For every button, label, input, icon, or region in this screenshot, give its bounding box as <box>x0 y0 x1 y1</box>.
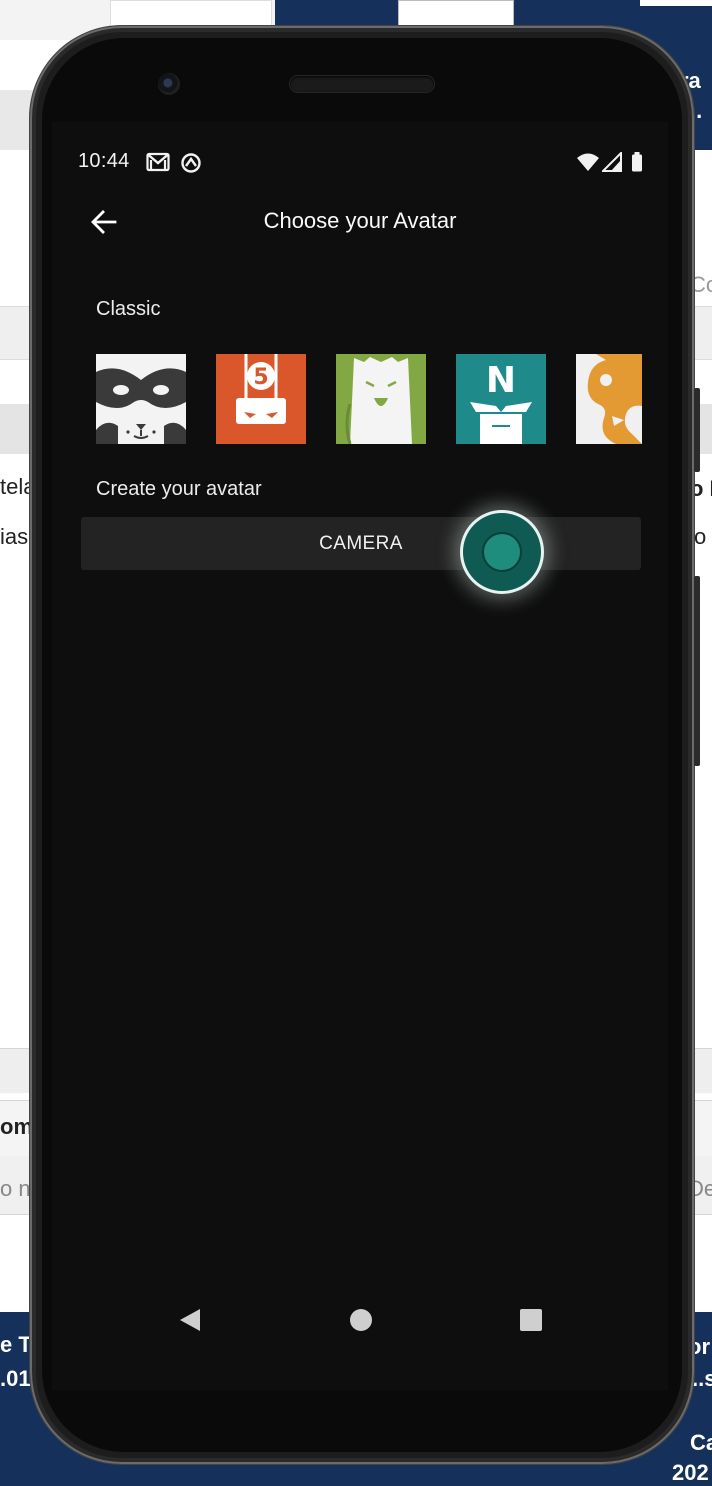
earpiece-speaker <box>290 76 434 92</box>
status-time: 10:44 <box>78 150 130 172</box>
page-title: Choose your Avatar <box>263 208 457 233</box>
background-text: 202 <box>672 1460 709 1485</box>
number-five-avatar-icon: 5 <box>216 354 306 444</box>
green-smile-avatar-icon <box>336 354 426 444</box>
avatar-option-orange-five[interactable]: 5 <box>216 354 306 444</box>
avatar-carousel[interactable]: 5 N <box>96 354 642 444</box>
sync-icon <box>181 153 201 173</box>
power-button <box>694 576 700 766</box>
touch-indicator <box>460 510 544 594</box>
cell-signal-icon <box>602 152 622 172</box>
system-nav-bar <box>52 1300 668 1340</box>
camera-button[interactable]: CAMERA <box>81 517 641 570</box>
background-text: Ca <box>690 1430 712 1455</box>
app-bar: Choose your Avatar <box>52 194 668 250</box>
status-bar: 10:44 <box>52 150 668 178</box>
front-camera-icon <box>158 73 180 95</box>
section-label-create: Create your avatar <box>96 478 262 500</box>
letter-n-avatar-icon: N <box>456 354 546 444</box>
battery-icon <box>632 152 642 172</box>
avatar-option-teal-n[interactable]: N <box>456 354 546 444</box>
avatar-option-orange-partial[interactable] <box>576 354 642 444</box>
raccoon-avatar-icon <box>96 354 186 444</box>
section-label-classic: Classic <box>96 298 161 320</box>
back-triangle-icon[interactable] <box>178 1308 202 1332</box>
background-thumbnail <box>398 0 514 28</box>
wifi-icon <box>577 153 599 171</box>
svg-text:N: N <box>486 360 516 401</box>
avatar-option-green-smile[interactable] <box>336 354 426 444</box>
home-circle-icon[interactable] <box>349 1308 373 1332</box>
app-screen: 10:44 Choose your Avatar Classic 5 N Cre… <box>52 122 668 1390</box>
background-text: o <box>694 524 707 549</box>
svg-text:5: 5 <box>253 365 268 390</box>
avatar-option-raccoon[interactable] <box>96 354 186 444</box>
background-text: e T <box>0 1332 32 1357</box>
background-text: ..s <box>692 1366 712 1391</box>
background-text: ias <box>0 524 29 549</box>
camera-button-label: CAMERA <box>319 533 403 554</box>
recents-square-icon[interactable] <box>519 1308 543 1332</box>
background-card <box>110 0 272 28</box>
background-text: .01 <box>0 1366 31 1391</box>
background-text: o n <box>0 1176 31 1201</box>
volume-button <box>694 388 700 472</box>
background-text: om <box>0 1114 33 1139</box>
orange-swirl-avatar-icon <box>576 354 642 444</box>
gmail-icon <box>146 152 170 172</box>
touch-indicator-core <box>482 532 522 572</box>
background-thumbnail <box>640 0 712 6</box>
